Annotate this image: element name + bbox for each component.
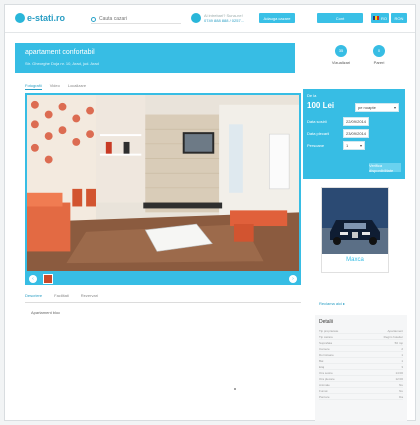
- details-row-value: 1: [401, 352, 403, 357]
- content-dot: [234, 388, 236, 390]
- tab-video[interactable]: Video: [50, 83, 60, 90]
- flag-icon: [373, 16, 379, 20]
- checkin-label: Data sosirii: [307, 119, 327, 124]
- details-row-value: Regim hotelier: [383, 334, 403, 339]
- logo-mark-icon: [15, 13, 25, 23]
- browser-frame: e-stati.ro Ai intrebari? Suna-ne! 0749 8…: [4, 4, 416, 421]
- details-row-key: Animale: [319, 382, 330, 387]
- details-title: Detalii: [319, 319, 333, 325]
- details-row-value: 50 mp: [394, 340, 403, 345]
- guests-label: Persoane: [307, 143, 325, 148]
- logo-text: e-stati.ro: [27, 13, 66, 23]
- description-text: Apartament bloc: [31, 310, 61, 315]
- language-label: RO: [381, 15, 387, 21]
- advertise-link-label: Reclama aici: [319, 301, 342, 306]
- details-row-value: 1: [401, 358, 403, 363]
- guests-value: 1: [346, 143, 349, 148]
- listing-address: Str. Gheorghe Doja nr. 10, Arad, jud. Ar…: [25, 61, 99, 66]
- details-row-key: Parcare: [319, 394, 330, 399]
- media-tabs: Fotografii Video Localizare: [25, 83, 86, 90]
- tab-facilities[interactable]: Facilitati: [54, 293, 69, 298]
- details-row-value: 14:00: [395, 370, 403, 375]
- details-row: Parcare Da: [319, 394, 403, 400]
- details-panel: Detalii Tip proprietate Apartament Tip caz…: [315, 315, 407, 421]
- photo-gallery-bar: ‹ ›: [25, 273, 301, 285]
- tabs-divider: [25, 302, 301, 303]
- tab-reservations[interactable]: Rezervari: [81, 293, 98, 298]
- car-ad-image: [322, 188, 388, 254]
- gallery-next-button[interactable]: ›: [289, 275, 297, 283]
- price-period-value: pe noapte: [358, 105, 376, 110]
- advertise-link[interactable]: Reclama aici ▸: [319, 301, 345, 306]
- currency-button[interactable]: RON: [391, 13, 407, 23]
- views-label: Vizualizari: [331, 60, 351, 65]
- tab-description[interactable]: Descriere: [25, 293, 42, 298]
- details-row-value: Nu: [399, 382, 403, 387]
- details-row-key: Camere: [319, 346, 330, 351]
- stat-views: 35 Vizualizari: [321, 45, 361, 65]
- details-row-value: Nu: [399, 388, 403, 393]
- gallery-thumbnail[interactable]: [43, 274, 53, 284]
- views-count: 35: [335, 45, 347, 57]
- checkout-date-input[interactable]: 23/09/2014: [343, 129, 369, 138]
- checkin-date-input[interactable]: 22/09/2014: [343, 117, 369, 126]
- living-room-image: [27, 95, 299, 271]
- top-bar: e-stati.ro Ai intrebari? Suna-ne! 0749 8…: [5, 5, 415, 33]
- chevron-down-icon: ▾: [359, 143, 362, 148]
- tab-photos[interactable]: Fotografii: [25, 83, 42, 90]
- reviews-label: Pareri: [373, 60, 385, 65]
- listing-title: apartament confortabil: [25, 49, 95, 56]
- checkout-date-value: 23/09/2014: [346, 131, 367, 136]
- price-period-select[interactable]: pe noapte ▾: [355, 103, 399, 112]
- reviews-count: 0: [373, 45, 385, 57]
- details-row-value: 3: [401, 364, 403, 369]
- details-row-value: 2: [401, 346, 403, 351]
- details-row-key: Tip proprietate: [319, 328, 339, 333]
- stat-reviews[interactable]: 0 Pareri: [359, 45, 399, 65]
- details-row-key: Suprafata: [319, 340, 333, 345]
- gallery-prev-button[interactable]: ‹: [29, 275, 37, 283]
- listing-header: apartament confortabil Str. Gheorghe Doj…: [15, 43, 295, 73]
- phone-icon: [191, 13, 201, 23]
- price-value: 100 Lei: [307, 101, 335, 110]
- ad-banner[interactable]: Maxca: [321, 187, 389, 273]
- chevron-down-icon: ▾: [393, 105, 396, 110]
- booking-panel: De la 100 Lei pe noapte ▾ Data sosirii 2…: [303, 89, 405, 179]
- arrow-right-icon: ▸: [343, 301, 346, 306]
- checkin-date-value: 22/09/2014: [346, 119, 367, 124]
- price-from-label: De la: [307, 93, 317, 98]
- listing-stats: 35 Vizualizari 0 Pareri: [305, 43, 407, 73]
- search-input[interactable]: [99, 16, 169, 22]
- add-listing-button[interactable]: Adauga cazare: [259, 13, 295, 23]
- details-row-key: Dormitoare: [319, 352, 334, 357]
- checkout-label: Data plecarii: [307, 131, 330, 136]
- search-icon: [91, 16, 96, 22]
- details-row-value: Da: [399, 394, 403, 399]
- guests-select[interactable]: 1 ▾: [343, 141, 365, 150]
- language-button[interactable]: RO: [371, 13, 389, 23]
- search-bar[interactable]: [91, 15, 181, 24]
- details-row-key: Etaj: [319, 364, 325, 369]
- details-row-value: 12:00: [395, 376, 403, 381]
- details-row-value: Apartament: [387, 328, 403, 333]
- details-row-key: Tip cazare: [319, 334, 333, 339]
- details-row-key: Ora plecare: [319, 376, 335, 381]
- ad-caption: Maxca: [346, 257, 364, 263]
- check-availability-button[interactable]: Verifica disponibilitate: [369, 163, 401, 173]
- details-rows: Tip proprietate Apartament Tip cazare Regim…: [319, 328, 403, 400]
- account-button[interactable]: Cont: [317, 13, 363, 23]
- tab-location[interactable]: Localizare: [68, 83, 86, 90]
- content-tabs: Descriere Facilitati Rezervari: [25, 293, 98, 298]
- details-row-key: Fumat: [319, 388, 328, 393]
- details-row-key: Ora sosire: [319, 370, 333, 375]
- phone-contact: Ai intrebari? Suna-ne! 0749 888 888 / 02…: [191, 13, 244, 23]
- phone-number: 0749 888 888 / 0257...: [204, 18, 245, 23]
- details-row-key: Bai: [319, 358, 324, 363]
- listing-photo[interactable]: [25, 93, 301, 273]
- logo[interactable]: e-stati.ro: [15, 13, 65, 23]
